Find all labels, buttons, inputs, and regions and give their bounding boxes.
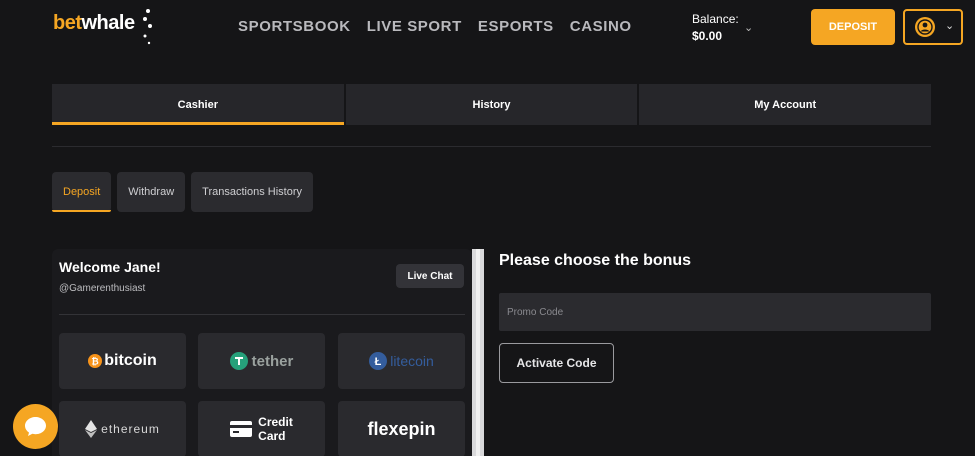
card-divider — [59, 314, 465, 315]
promo-code-input[interactable] — [499, 293, 931, 331]
chevron-down-icon: ⌄ — [945, 20, 955, 32]
subtab-withdraw[interactable]: Withdraw — [117, 172, 186, 212]
nav-casino[interactable]: CASINO — [570, 18, 632, 35]
chevron-down-icon[interactable]: ⌄ — [744, 21, 753, 34]
nav-sportsbook[interactable]: SPORTSBOOK — [238, 18, 351, 35]
balance-display[interactable]: Balance: $0.00 — [692, 11, 739, 45]
svg-text:₿: ₿ — [92, 357, 99, 367]
payment-credit-card[interactable]: Credit Card — [198, 401, 325, 456]
ethereum-icon — [85, 420, 98, 438]
cashier-tabs: Cashier History My Account — [52, 84, 932, 125]
payment-flexepin[interactable]: flexepin — [338, 401, 465, 456]
header-deposit-button[interactable]: DEPOSIT — [811, 9, 895, 45]
payment-tether[interactable]: tether — [198, 333, 325, 389]
welcome-heading: Welcome Jane! — [59, 259, 161, 275]
credit-card-line2: Card — [258, 429, 286, 443]
nav-esports[interactable]: ESPORTS — [478, 18, 554, 35]
credit-card-icon — [230, 421, 253, 437]
section-divider — [52, 146, 931, 147]
logo-dots-icon — [143, 9, 152, 45]
username-handle: @Gamerenthusiast — [59, 283, 146, 294]
main-nav: SPORTSBOOK LIVE SPORT ESPORTS CASINO — [238, 18, 632, 35]
credit-card-line1: Credit — [258, 415, 293, 429]
bitcoin-icon: ₿ — [88, 354, 103, 368]
activate-code-button[interactable]: Activate Code — [499, 343, 614, 383]
card-scrollbar-thumb[interactable] — [476, 249, 480, 456]
brand-part-bet: bet — [53, 12, 82, 34]
chat-launcher[interactable] — [13, 404, 58, 449]
tether-icon — [229, 352, 248, 370]
payment-ethereum[interactable]: ethereum — [59, 401, 186, 456]
user-avatar-icon — [915, 17, 935, 37]
payment-bitcoin[interactable]: ₿ bitcoin — [59, 333, 186, 389]
litecoin-label: litecoin — [390, 353, 434, 369]
payment-litecoin[interactable]: Ł litecoin — [338, 333, 465, 389]
nav-live-sport[interactable]: LIVE SPORT — [367, 18, 462, 35]
bitcoin-label: bitcoin — [104, 352, 157, 369]
tab-cashier[interactable]: Cashier — [52, 84, 344, 125]
subtab-deposit[interactable]: Deposit — [52, 172, 112, 212]
cashier-subtabs: Deposit Withdraw Transactions History — [52, 172, 313, 212]
tab-my-account[interactable]: My Account — [639, 84, 932, 125]
balance-label: Balance: — [692, 12, 739, 26]
account-menu-button[interactable]: ⌄ — [903, 9, 963, 45]
flexepin-label: flexepin — [367, 418, 436, 439]
credit-card-label: Credit Card — [258, 415, 293, 443]
ethereum-label: ethereum — [101, 422, 160, 436]
live-chat-button[interactable]: Live Chat — [396, 264, 464, 288]
balance-amount: $0.00 — [692, 29, 723, 43]
top-header: betwhale SPORTSBOOK LIVE SPORT ESPORTS C… — [0, 0, 975, 56]
tab-history[interactable]: History — [345, 84, 638, 125]
brand-part-whale: whale — [81, 12, 136, 34]
litecoin-icon: Ł — [369, 352, 388, 370]
chat-bubble-icon — [25, 417, 46, 436]
brand-logo[interactable]: betwhale — [53, 12, 135, 35]
svg-text:Ł: Ł — [375, 356, 382, 368]
tether-label: tether — [251, 352, 294, 370]
subtab-transactions-history[interactable]: Transactions History — [191, 172, 313, 212]
bonus-heading: Please choose the bonus — [499, 252, 692, 269]
payment-methods-card: Welcome Jane! @Gamerenthusiast Live Chat… — [52, 249, 472, 456]
